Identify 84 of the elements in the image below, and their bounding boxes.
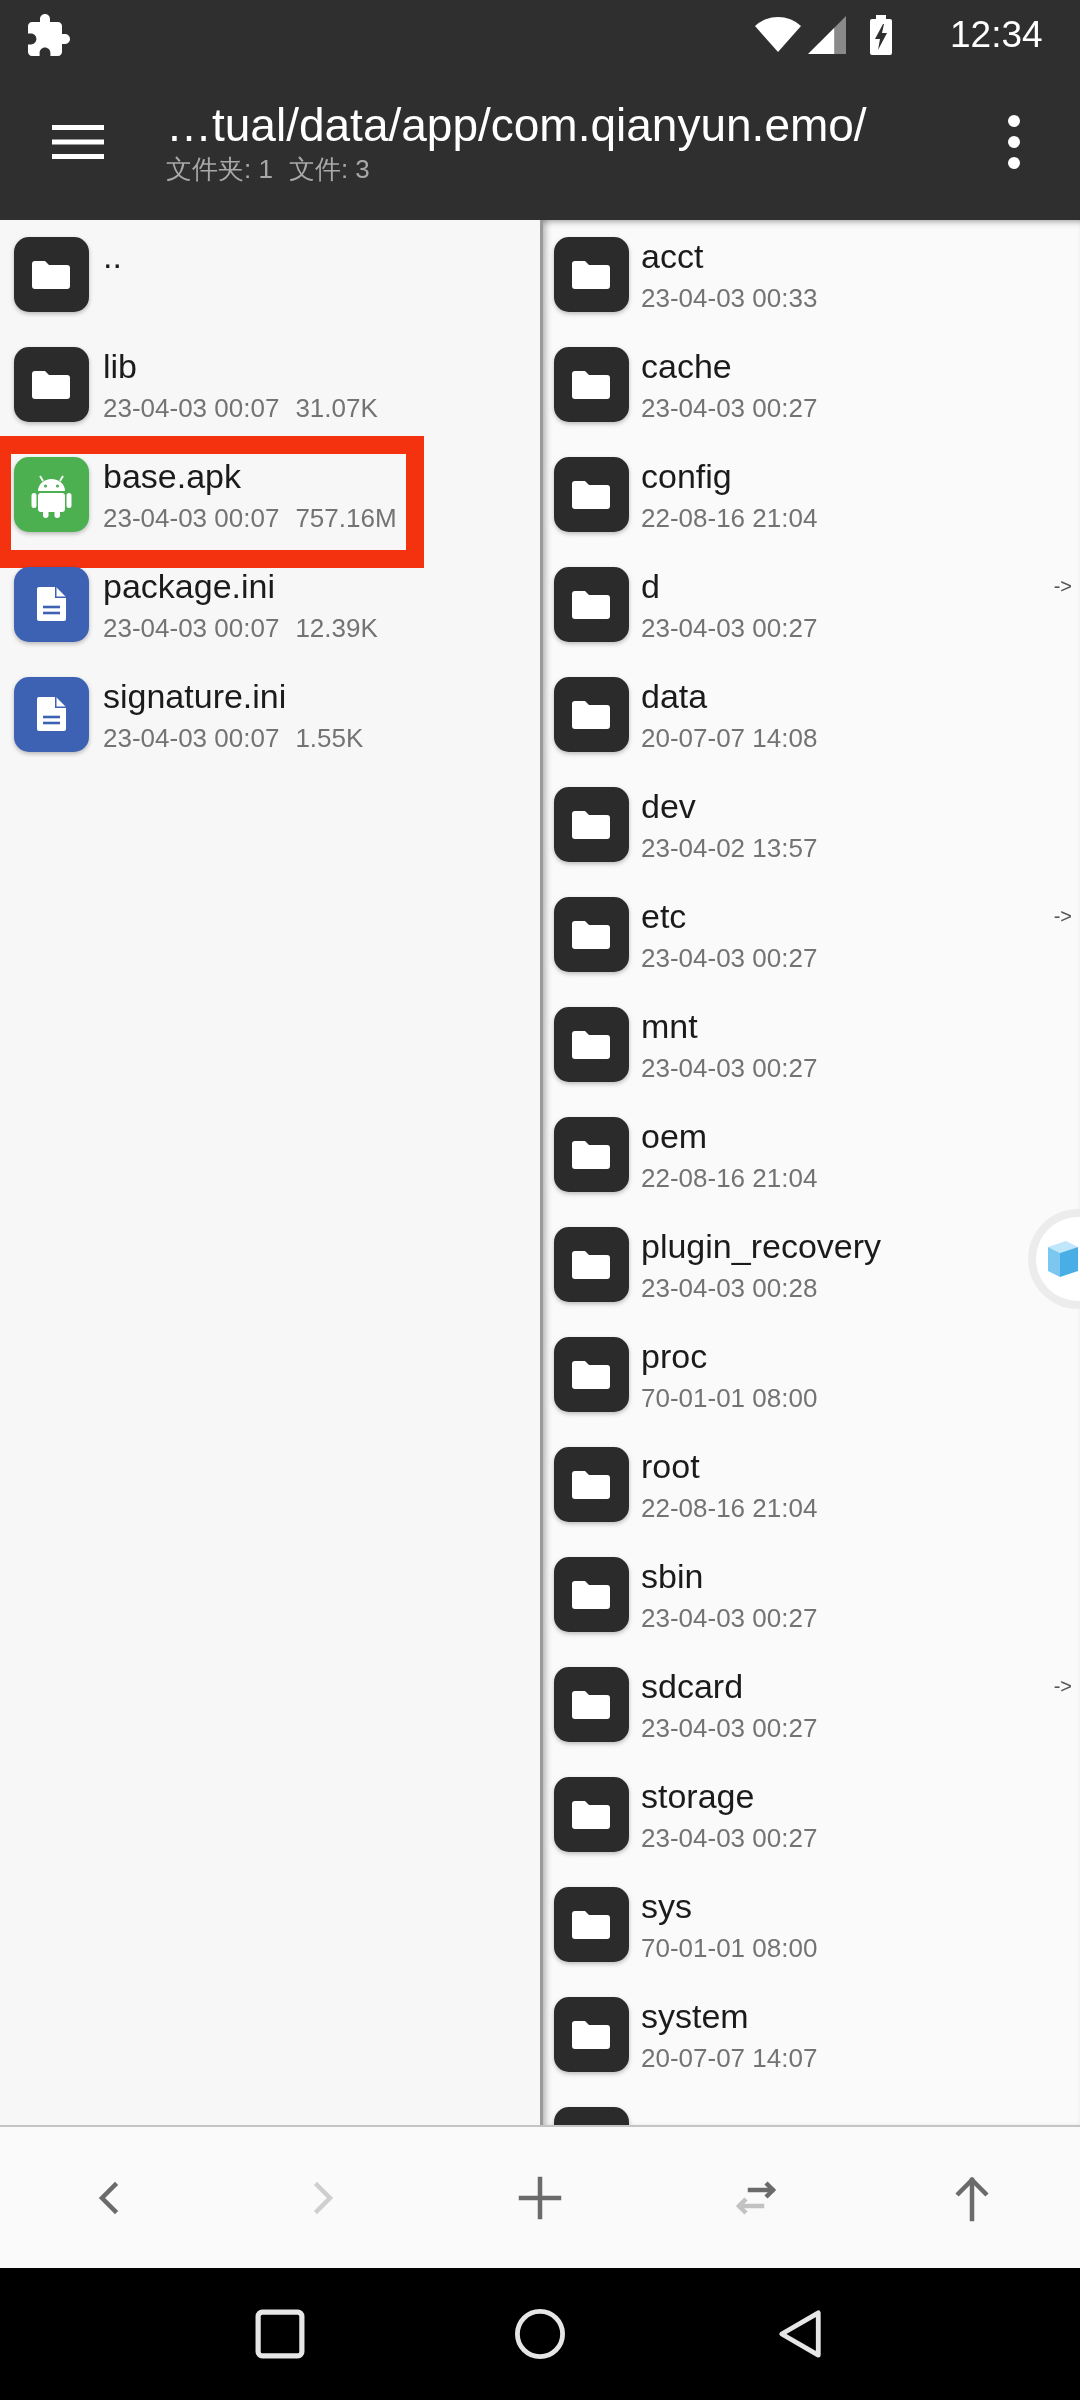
battery-charging-icon [868, 15, 894, 55]
file-name[interactable]: cache [641, 347, 732, 385]
android-icon [14, 457, 89, 532]
folder-icon [554, 1447, 629, 1522]
file-name[interactable]: package.ini [103, 567, 275, 605]
file-name[interactable]: .. [103, 237, 122, 275]
recents-icon[interactable] [255, 2309, 305, 2359]
file-name[interactable]: sdcard [641, 1667, 744, 1705]
file-name[interactable]: proc [641, 1337, 708, 1375]
link-indicator: -> [1053, 904, 1072, 928]
file-date: 23-04-03 00:27 [641, 612, 818, 645]
file-name[interactable]: acct [641, 237, 704, 275]
file-date: 23-04-03 00:07 [103, 722, 280, 755]
folder-icon [554, 347, 629, 422]
file-name[interactable]: signature.ini [103, 677, 287, 715]
menu-icon[interactable] [52, 125, 104, 159]
file-date: 22-08-16 21:04 [641, 502, 818, 535]
file-date: 23-04-03 00:27 [641, 1602, 818, 1635]
puzzle-icon [28, 14, 70, 56]
folder-icon [554, 457, 629, 532]
folder-icon [554, 1007, 629, 1082]
file-name[interactable]: storage [641, 1777, 755, 1815]
file-name[interactable]: base.apk [103, 457, 241, 495]
file-name[interactable]: mnt [641, 1007, 698, 1045]
signal-icon [808, 16, 846, 54]
path-title: …tual/data/app/com.qianyun.emo/ [166, 98, 867, 152]
folder-icon [554, 1667, 629, 1742]
document-icon [14, 567, 89, 642]
file-date: 23-04-03 00:27 [641, 1822, 818, 1855]
folder-icon [14, 237, 89, 312]
folder-icon [554, 1887, 629, 1962]
file-name[interactable]: config [641, 457, 732, 495]
file-name[interactable]: d [641, 567, 660, 605]
document-icon [14, 677, 89, 752]
file-name[interactable]: oem [641, 1117, 708, 1155]
file-name[interactable]: sys [641, 1887, 692, 1925]
file-name[interactable]: lib [103, 347, 138, 385]
file-date: 23-04-03 00:27 [641, 1712, 818, 1745]
file-date: 20-07-07 14:08 [641, 722, 818, 755]
folder-icon [554, 1777, 629, 1852]
file-name[interactable]: system [641, 1997, 749, 2035]
folder-icon [554, 1117, 629, 1192]
file-name[interactable]: plugin_recovery [641, 1227, 882, 1265]
file-date: 22-08-16 21:04 [641, 1492, 818, 1525]
file-count: 文件: 3 [288, 153, 370, 186]
file-date: 23-04-03 00:07 [103, 392, 280, 425]
file-date: 23-04-03 00:27 [641, 392, 818, 425]
more-options-icon[interactable] [1008, 115, 1020, 169]
file-name[interactable]: etc [641, 897, 687, 935]
folder-icon [554, 237, 629, 312]
file-size: 757.16M [295, 502, 397, 535]
file-size: 31.07K [295, 392, 378, 425]
home-icon[interactable] [515, 2309, 565, 2359]
file-date: 23-04-03 00:07 [103, 612, 280, 645]
folder-icon [554, 677, 629, 752]
folder-icon [554, 567, 629, 642]
file-date: 23-04-03 00:27 [641, 1052, 818, 1085]
file-date: 23-04-03 00:33 [641, 282, 818, 315]
folder-icon [554, 897, 629, 972]
file-name[interactable]: root [641, 1447, 700, 1485]
file-date: 23-04-03 00:28 [641, 1272, 818, 1305]
file-date: 20-07-07 14:07 [641, 2042, 818, 2075]
folder-icon [554, 1997, 629, 2072]
folder-icon [554, 1557, 629, 1632]
file-date: 22-08-16 21:04 [641, 1162, 818, 1195]
clock-time: 12:34 [950, 14, 1044, 56]
link-indicator: -> [1053, 574, 1072, 598]
folder-count: 文件夹: 1 [166, 153, 273, 186]
folder-icon [14, 347, 89, 422]
file-name[interactable]: dev [641, 787, 696, 825]
file-date: 70-01-01 08:00 [641, 1382, 818, 1415]
file-name[interactable]: sbin [641, 1557, 704, 1595]
file-size: 1.55K [295, 722, 364, 755]
wifi-icon [754, 17, 802, 53]
file-date: 23-04-02 13:57 [641, 832, 818, 865]
folder-icon [554, 1337, 629, 1412]
file-name[interactable]: data [641, 677, 708, 715]
folder-icon [554, 1227, 629, 1302]
file-date: 70-01-01 08:00 [641, 1932, 818, 1965]
link-indicator: -> [1053, 1674, 1072, 1698]
file-size: 12.39K [295, 612, 378, 645]
file-date: 23-04-03 00:07 [103, 502, 280, 535]
folder-icon [554, 787, 629, 862]
file-date: 23-04-03 00:27 [641, 942, 818, 975]
